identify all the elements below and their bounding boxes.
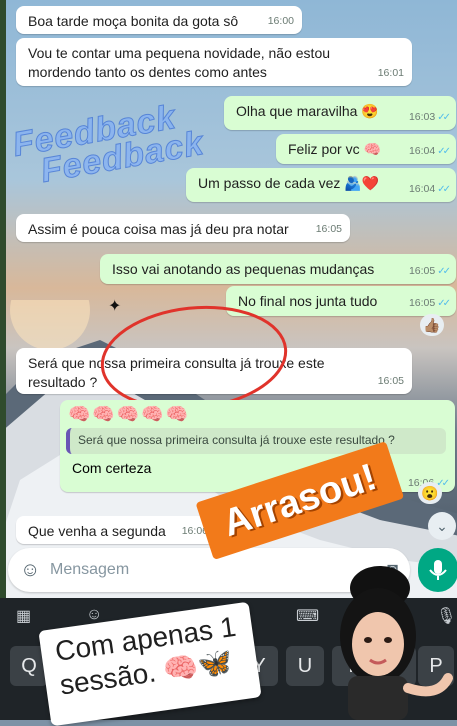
- read-ticks-icon: ✓✓: [437, 266, 451, 277]
- scroll-down-button[interactable]: ⌄: [428, 512, 456, 540]
- message-outgoing[interactable]: Olha que maravilha 😍 16:03 ✓✓: [224, 96, 456, 130]
- left-edge-strip: [0, 0, 6, 600]
- apps-icon[interactable]: ▦: [16, 606, 31, 626]
- message-time: 16:04: [408, 183, 436, 195]
- red-circle-annotation: [100, 305, 288, 411]
- message-text: Boa tarde moça bonita da gota sô: [28, 13, 239, 29]
- chevron-down-icon: ⌄: [436, 518, 448, 534]
- message-text: Isso vai anotando as pequenas mudanças: [112, 261, 375, 277]
- message-time: 16:03: [408, 111, 436, 123]
- message-outgoing[interactable]: Um passo de cada vez 🫂❤️ 16:04 ✓✓: [186, 168, 456, 202]
- message-time: 16:05: [408, 265, 436, 277]
- message-time: 16:05: [408, 297, 436, 309]
- message-text: Olha que maravilha 😍: [236, 103, 379, 119]
- message-text: Um passo de cada vez 🫂❤️: [198, 175, 380, 191]
- avatar-illustration: [340, 566, 453, 720]
- message-time: 16:05: [315, 223, 342, 235]
- message-incoming[interactable]: Que venha a segunda 16:06: [16, 516, 216, 544]
- reaction-thumbs[interactable]: 👍🏽: [420, 314, 444, 336]
- message-text: Vou te contar uma pequena novidade, não …: [28, 45, 331, 80]
- emoji-header: 🧠🧠🧠🧠🧠: [68, 404, 191, 424]
- message-time: 16:01: [377, 67, 404, 79]
- message-outgoing[interactable]: Feliz por vc 🧠 16:04 ✓✓: [276, 134, 456, 164]
- message-text: Com certeza: [72, 460, 152, 476]
- read-ticks-icon: ✓✓: [437, 112, 451, 123]
- message-incoming[interactable]: Assim é pouca coisa mas já deu pra notar…: [16, 214, 350, 242]
- sticker-icon[interactable]: ☺: [86, 606, 102, 624]
- message-time: 16:04: [408, 145, 436, 157]
- message-outgoing[interactable]: Isso vai anotando as pequenas mudanças 1…: [100, 254, 456, 284]
- read-ticks-icon: ✓✓: [437, 298, 451, 309]
- emoji-icon[interactable]: ☺: [20, 559, 40, 582]
- message-text: Feliz por vc 🧠: [288, 141, 381, 157]
- read-ticks-icon: ✓✓: [437, 146, 451, 157]
- reaction-wow[interactable]: 😮: [418, 482, 442, 504]
- message-incoming[interactable]: Boa tarde moça bonita da gota sô 16:00: [16, 6, 302, 34]
- quoted-message[interactable]: Será que nossa primeira consulta já trou…: [66, 428, 446, 454]
- read-ticks-icon: ✓✓: [437, 184, 451, 195]
- message-input-placeholder[interactable]: Mensagem: [50, 561, 129, 579]
- message-text: Assim é pouca coisa mas já deu pra notar: [28, 221, 289, 237]
- message-time: 16:00: [267, 15, 294, 27]
- message-text: Que venha a segunda: [28, 523, 166, 539]
- message-incoming[interactable]: Vou te contar uma pequena novidade, não …: [16, 38, 412, 86]
- message-time: 16:05: [377, 375, 404, 387]
